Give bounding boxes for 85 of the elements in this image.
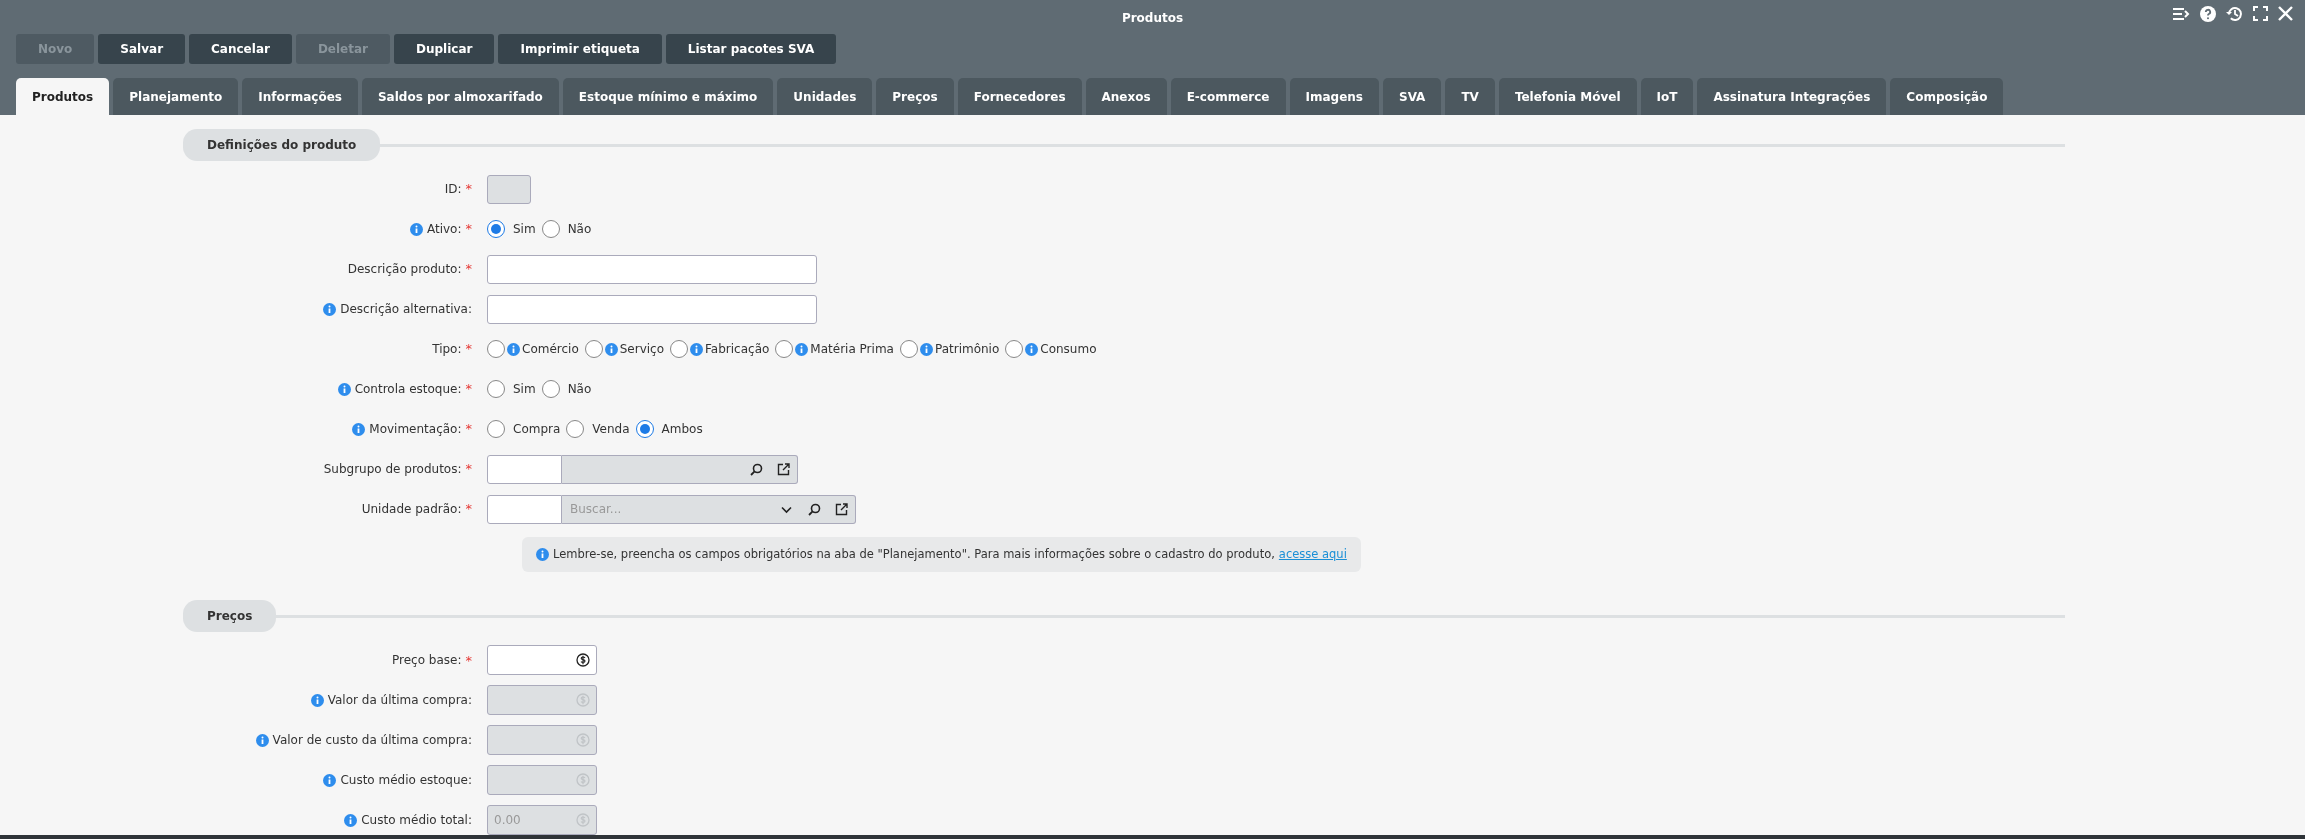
field-label: Ativo: <box>426 221 462 238</box>
field-label: Tipo: <box>432 341 462 358</box>
field-label: Valor de custo da última compra: <box>272 732 472 750</box>
code-input[interactable] <box>487 454 562 484</box>
tab[interactable]: SVA <box>1383 78 1442 115</box>
required-asterisk: * <box>465 340 472 359</box>
external-link-button[interactable] <box>770 454 798 484</box>
toolbar-button[interactable]: Imprimir etiqueta <box>498 34 662 64</box>
radio-option[interactable]: Sim <box>487 380 536 398</box>
radio-option[interactable]: Patrimônio <box>899 340 1000 358</box>
tab[interactable]: E-commerce <box>1170 78 1286 115</box>
radio-option[interactable]: Serviço <box>584 340 665 358</box>
history-icon[interactable] <box>2226 6 2243 22</box>
radio-option[interactable]: Comércio <box>487 340 579 358</box>
required-asterisk: * <box>465 460 472 479</box>
toolbar-button[interactable]: Cancelar <box>189 34 292 64</box>
toolbar-button[interactable]: Duplicar <box>394 34 495 64</box>
help-icon[interactable] <box>2200 6 2216 22</box>
toolbar-button[interactable]: Listar pacotes SVA <box>665 34 837 64</box>
dollar-icon <box>576 693 590 708</box>
tab[interactable]: Telefonia Móvel <box>1498 78 1637 115</box>
tab[interactable]: Produtos <box>16 78 110 115</box>
tab[interactable]: IoT <box>1640 78 1694 115</box>
text-input[interactable] <box>487 294 817 324</box>
tab[interactable]: Saldos por almoxarifado <box>361 78 559 115</box>
toolbar-button[interactable]: Salvar <box>98 34 186 64</box>
external-link-icon <box>777 462 790 476</box>
radio-option[interactable]: Não <box>541 220 592 238</box>
tab[interactable]: Imagens <box>1289 78 1379 115</box>
field-label: Descrição alternativa: <box>340 301 472 318</box>
required-asterisk: * <box>465 220 472 239</box>
search-icon <box>807 502 821 516</box>
radio-option[interactable]: Venda <box>566 420 630 438</box>
tab[interactable]: Assinatura Integrações <box>1697 78 1887 115</box>
dollar-icon <box>576 813 590 828</box>
window-title: Produtos <box>1121 10 1184 27</box>
tab[interactable]: Fornecedores <box>957 78 1082 115</box>
radio-option[interactable]: Compra <box>487 420 561 438</box>
code-input[interactable] <box>487 494 562 524</box>
tab[interactable]: Unidades <box>777 78 873 115</box>
field-label: Subgrupo de produtos: <box>323 461 462 478</box>
search-field[interactable] <box>562 454 742 484</box>
dollar-icon <box>576 653 590 668</box>
field-label: Valor da última compra: <box>327 692 472 710</box>
field-label: Controla estoque: <box>354 381 462 398</box>
tab[interactable]: Informações <box>242 78 358 115</box>
radio-option[interactable]: Consumo <box>1005 340 1097 358</box>
section-title: Preços <box>183 600 277 633</box>
required-asterisk: * <box>465 380 472 399</box>
field-label: Custo médio estoque: <box>340 772 472 790</box>
tab[interactable]: Planejamento <box>113 78 239 115</box>
external-link-icon <box>835 502 848 516</box>
required-asterisk: * <box>465 651 472 670</box>
external-link-button[interactable] <box>828 494 856 524</box>
section-title: Definições do produto <box>183 129 381 161</box>
info-icon <box>536 548 549 562</box>
field-label: Movimentação: <box>369 421 462 438</box>
radio-option[interactable]: Fabricação <box>670 340 770 358</box>
required-asterisk: * <box>465 260 472 279</box>
search-icon <box>749 462 763 476</box>
required-asterisk: * <box>465 500 472 519</box>
required-asterisk: * <box>465 180 472 199</box>
tab[interactable]: TV <box>1445 78 1495 115</box>
radio-option[interactable]: Sim <box>487 220 536 238</box>
dollar-icon <box>576 733 590 748</box>
field-label: Unidade padrão: <box>361 501 462 518</box>
fullscreen-icon[interactable] <box>2253 6 2268 21</box>
radio-option[interactable]: Matéria Prima <box>775 340 894 358</box>
radio-option[interactable]: Ambos <box>635 420 703 438</box>
tab[interactable]: Anexos <box>1085 78 1167 115</box>
tab[interactable]: Estoque mínimo e máximo <box>562 78 774 115</box>
field-label: Preço base: <box>392 652 462 670</box>
list-arrow-icon[interactable] <box>2172 6 2190 22</box>
field-label: Custo médio total: <box>361 812 472 830</box>
radio-option[interactable]: Não <box>541 380 592 398</box>
required-asterisk: * <box>465 420 472 439</box>
money-input[interactable] <box>487 645 597 676</box>
tab[interactable]: Preços <box>876 78 954 115</box>
field-label: ID: <box>444 181 462 198</box>
field-label: Descrição produto: <box>347 261 462 278</box>
dollar-icon <box>576 773 590 788</box>
note-text: Lembre-se, preencha os campos obrigatórios na aba de "Planejamento". Para mais informações sobre o cadastro do produto, <box>553 546 1275 563</box>
close-icon[interactable] <box>2278 6 2293 21</box>
text-input[interactable] <box>487 254 817 284</box>
tab[interactable]: Composição <box>1890 78 2004 115</box>
